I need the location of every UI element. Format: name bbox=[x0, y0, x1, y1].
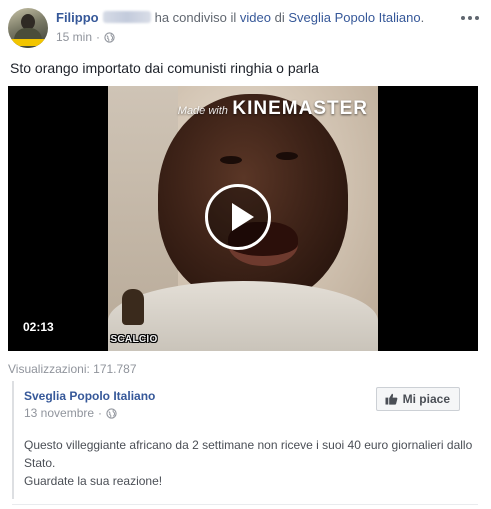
shared-text-line: Stato. bbox=[24, 456, 56, 470]
trailing-punct: . bbox=[420, 10, 425, 25]
post-timestamp[interactable]: 15 min bbox=[56, 30, 92, 44]
post-text: Sto orango importato dai comunisti ringh… bbox=[10, 60, 319, 76]
video-player[interactable]: Made with KINEMASTER SCALCIO 02:13 bbox=[8, 86, 478, 351]
globe-icon[interactable] bbox=[106, 407, 117, 419]
shared-text-line: Questo villeggiante africano da 2 settim… bbox=[24, 438, 473, 452]
shared-post-card: Sveglia Popolo Italiano 13 novembre · Mi… bbox=[12, 381, 478, 499]
video-duration: 02:13 bbox=[23, 320, 54, 334]
blurred-surname bbox=[102, 11, 151, 23]
more-dot bbox=[461, 16, 465, 20]
shared-post-meta: 13 novembre · bbox=[24, 406, 117, 420]
more-dot bbox=[468, 16, 472, 20]
like-page-label: Mi piace bbox=[402, 392, 450, 406]
logo-text: SCALCIO bbox=[110, 334, 158, 345]
play-triangle bbox=[232, 203, 254, 231]
shared-text-line: Guardate la sua reazione! bbox=[24, 474, 163, 488]
source-page-link[interactable]: Sveglia Popolo Italiano bbox=[288, 10, 420, 25]
post-meta: 15 min · bbox=[56, 30, 115, 44]
more-dot bbox=[475, 16, 479, 20]
shared-page-name-link[interactable]: Sveglia Popolo Italiano bbox=[24, 389, 155, 403]
face-eye bbox=[276, 152, 298, 160]
avatar-badge bbox=[8, 39, 48, 46]
horse-icon bbox=[122, 289, 144, 325]
shared-post-date[interactable]: 13 novembre bbox=[24, 406, 94, 420]
more-options-icon[interactable] bbox=[461, 12, 479, 24]
globe-icon[interactable] bbox=[104, 31, 115, 43]
like-page-button[interactable]: Mi piace bbox=[375, 387, 460, 411]
post-header: Filippo ha condiviso il video di Sveglia … bbox=[8, 6, 483, 50]
thumbs-up-icon bbox=[385, 393, 398, 405]
author-name-link[interactable]: Filippo bbox=[56, 10, 99, 25]
divider bbox=[12, 504, 478, 505]
video-link[interactable]: video bbox=[240, 10, 271, 25]
face-eye bbox=[220, 156, 242, 164]
shared-post-text: Questo villeggiante africano da 2 settim… bbox=[24, 436, 473, 490]
scalcio-logo: SCALCIO bbox=[110, 289, 158, 345]
watermark-prefix: Made with bbox=[177, 105, 228, 117]
view-count: Visualizzazioni: 171.787 bbox=[8, 362, 137, 376]
meta-separator: · bbox=[98, 406, 103, 420]
kinemaster-watermark: Made with KINEMASTER bbox=[178, 98, 368, 120]
author-avatar[interactable] bbox=[8, 8, 48, 48]
meta-separator: · bbox=[96, 30, 101, 44]
preposition: di bbox=[274, 10, 285, 25]
shared-verb: ha condiviso il bbox=[154, 10, 237, 25]
watermark-brand: KINEMASTER bbox=[232, 98, 368, 119]
post-headline: Filippo ha condiviso il video di Sveglia … bbox=[56, 10, 424, 25]
play-icon[interactable] bbox=[205, 184, 271, 250]
